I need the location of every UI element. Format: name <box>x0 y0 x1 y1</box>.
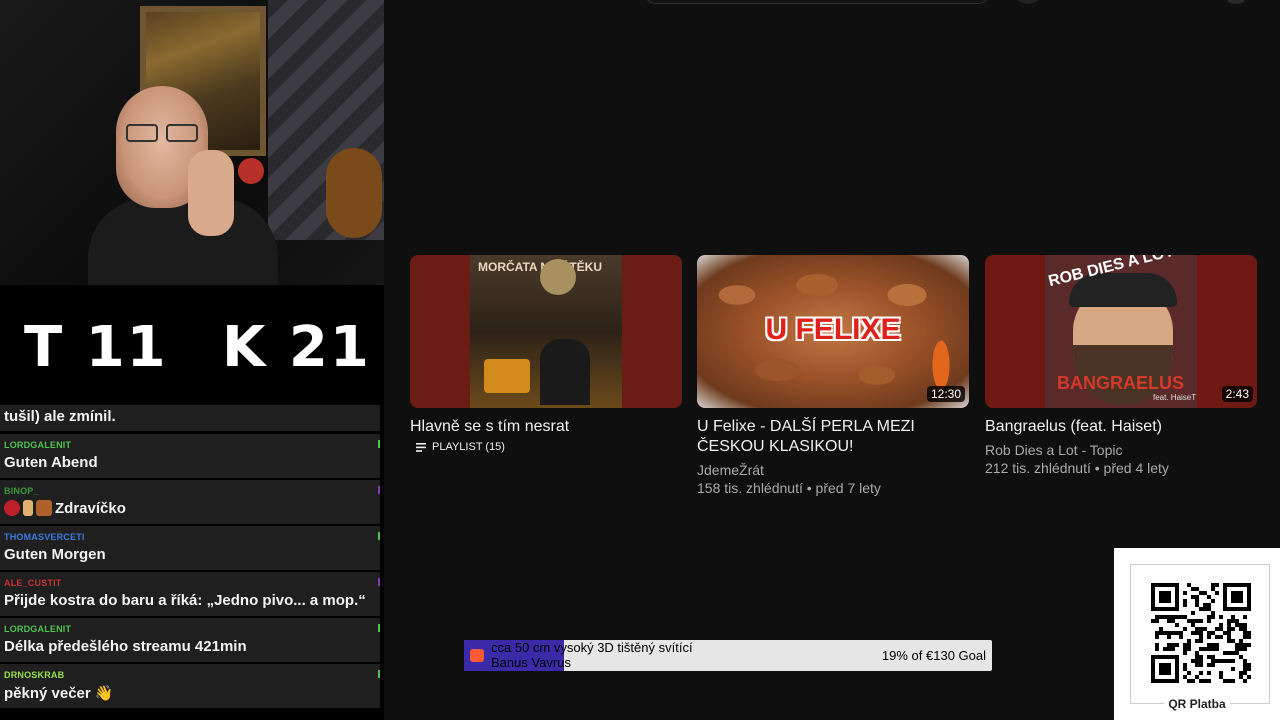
qr-payment-box: QR Platba <box>1114 548 1280 720</box>
streamer-hand <box>188 150 234 236</box>
badge-tick <box>378 486 380 494</box>
video-meta: 158 tis. zhlédnutí • před 7 lety <box>697 480 881 496</box>
donation-goal-bar: cca 50 cm vysoký 3D tištěný svítící Banu… <box>464 640 992 671</box>
video-card[interactable]: MORČATA NA ÚTĚKU Hlavně se s tím nesrat … <box>410 255 682 453</box>
video-title[interactable]: U Felixe - DALŠÍ PERLA MEZI ČESKOU KLASI… <box>697 417 969 457</box>
thumbnail-poster: MORČATA NA ÚTĚKU <box>470 255 622 408</box>
video-meta: 212 tis. zhlédnutí • před 4 lety <box>985 460 1169 476</box>
chat-username[interactable]: LORDGALENIT <box>4 440 71 450</box>
playlist-count: PLAYLIST (15) <box>432 441 505 453</box>
qr-code-icon <box>1151 583 1251 683</box>
playlist-icon <box>416 442 426 452</box>
chat-username[interactable]: LORDGALENIT <box>4 624 71 634</box>
figure-silhouette <box>540 339 590 405</box>
chat-username[interactable]: ALE_CUSTIT <box>4 578 62 588</box>
chat-message: BINOP_ Zdravíčko <box>0 480 380 524</box>
chat-text: pěkný večer 👋 <box>4 685 114 702</box>
hand-emote-icon <box>23 500 33 516</box>
glasses-icon <box>126 124 206 144</box>
badge-tick <box>378 532 380 540</box>
chat-username[interactable]: THOMASVERCETI <box>4 532 85 542</box>
chat-message: DRNOSKRAB pěkný večer 👋 <box>0 664 380 708</box>
skull-icon <box>540 259 576 295</box>
video-title[interactable]: Hlavně se s tím nesrat <box>410 417 682 437</box>
badge-tick <box>378 624 380 632</box>
duration-badge: 12:30 <box>926 386 965 402</box>
badge-tick <box>378 440 380 448</box>
feat-text: feat. HaiseT <box>1153 393 1197 402</box>
badge-tick <box>378 578 380 586</box>
chat-text: Délka předešlého streamu 421min <box>4 638 247 655</box>
chat-text: tušil) ale zmínil. <box>4 408 116 425</box>
chat-text: Přijde kostra do baru a říká: „Jedno piv… <box>4 592 366 609</box>
thumbnail-text: U FELIXE <box>765 313 901 346</box>
chat-username[interactable]: BINOP_ <box>4 486 39 496</box>
chat-text: Guten Morgen <box>4 546 106 563</box>
channel-name[interactable]: JdemeŽrát <box>697 461 969 479</box>
streamer <box>88 80 278 285</box>
counter-k: K 21 <box>222 315 371 380</box>
counter-t: T 11 <box>24 315 168 380</box>
streamer-body <box>88 198 278 285</box>
chat-panel: tušil) ale zmínil. LORDGALENIT Guten Abe… <box>0 405 384 720</box>
chat-username[interactable]: DRNOSKRAB <box>4 670 64 680</box>
album-title-text: BANGRAELUS <box>1057 373 1185 393</box>
chat-message: LORDGALENIT Guten Abend <box>0 434 380 478</box>
beer-icon <box>484 359 530 393</box>
search-input[interactable] <box>644 0 990 4</box>
playlist-thumbnail[interactable]: MORČATA NA ÚTĚKU <box>410 255 682 408</box>
goal-progress-text: 19% of €130 Goal <box>881 648 986 663</box>
video-card[interactable]: U FELIXE 12:30 U Felixe - DALŠÍ PERLA ME… <box>697 255 969 497</box>
video-title[interactable]: Bangraelus (feat. Haiset) <box>985 417 1257 437</box>
goal-title-line2: Banus Vavrus <box>491 655 571 670</box>
qr-label: QR Platba <box>1114 697 1280 711</box>
chat-text: Guten Abend <box>4 454 98 471</box>
video-thumbnail[interactable]: ROB DIES A LOT BANGRAELUS feat. HaiseT 2… <box>985 255 1257 408</box>
chat-message: THOMASVERCETI Guten Morgen <box>0 526 380 570</box>
chat-message: tušil) ale zmínil. <box>0 405 380 431</box>
album-art: ROB DIES A LOT BANGRAELUS feat. HaiseT <box>1045 255 1197 408</box>
qr-label-text: QR Platba <box>1164 697 1230 711</box>
emote-icon <box>4 500 20 516</box>
qr-frame <box>1130 564 1270 704</box>
duration-badge: 2:43 <box>1221 386 1253 402</box>
webcam-feed <box>0 0 384 285</box>
chat-text: Zdravíčko <box>55 500 126 517</box>
goal-title-line1: cca 50 cm vysoký 3D tištěný svítící <box>491 640 693 655</box>
face-emote-icon <box>36 500 52 516</box>
playlist-label-row[interactable]: PLAYLIST (15) <box>410 441 682 453</box>
video-thumbnail[interactable]: U FELIXE 12:30 <box>697 255 969 408</box>
cup-icon <box>470 649 484 662</box>
badge-tick <box>378 670 380 678</box>
chat-message: ALE_CUSTIT Přijde kostra do baru a říká:… <box>0 572 380 616</box>
channel-name[interactable]: Rob Dies a Lot - Topic <box>985 441 1257 459</box>
plush-toy <box>326 148 382 238</box>
video-card[interactable]: ROB DIES A LOT BANGRAELUS feat. HaiseT 2… <box>985 255 1257 477</box>
chat-text-row: Zdravíčko <box>4 500 126 517</box>
chat-message: LORDGALENIT Délka předešlého streamu 421… <box>0 618 380 662</box>
